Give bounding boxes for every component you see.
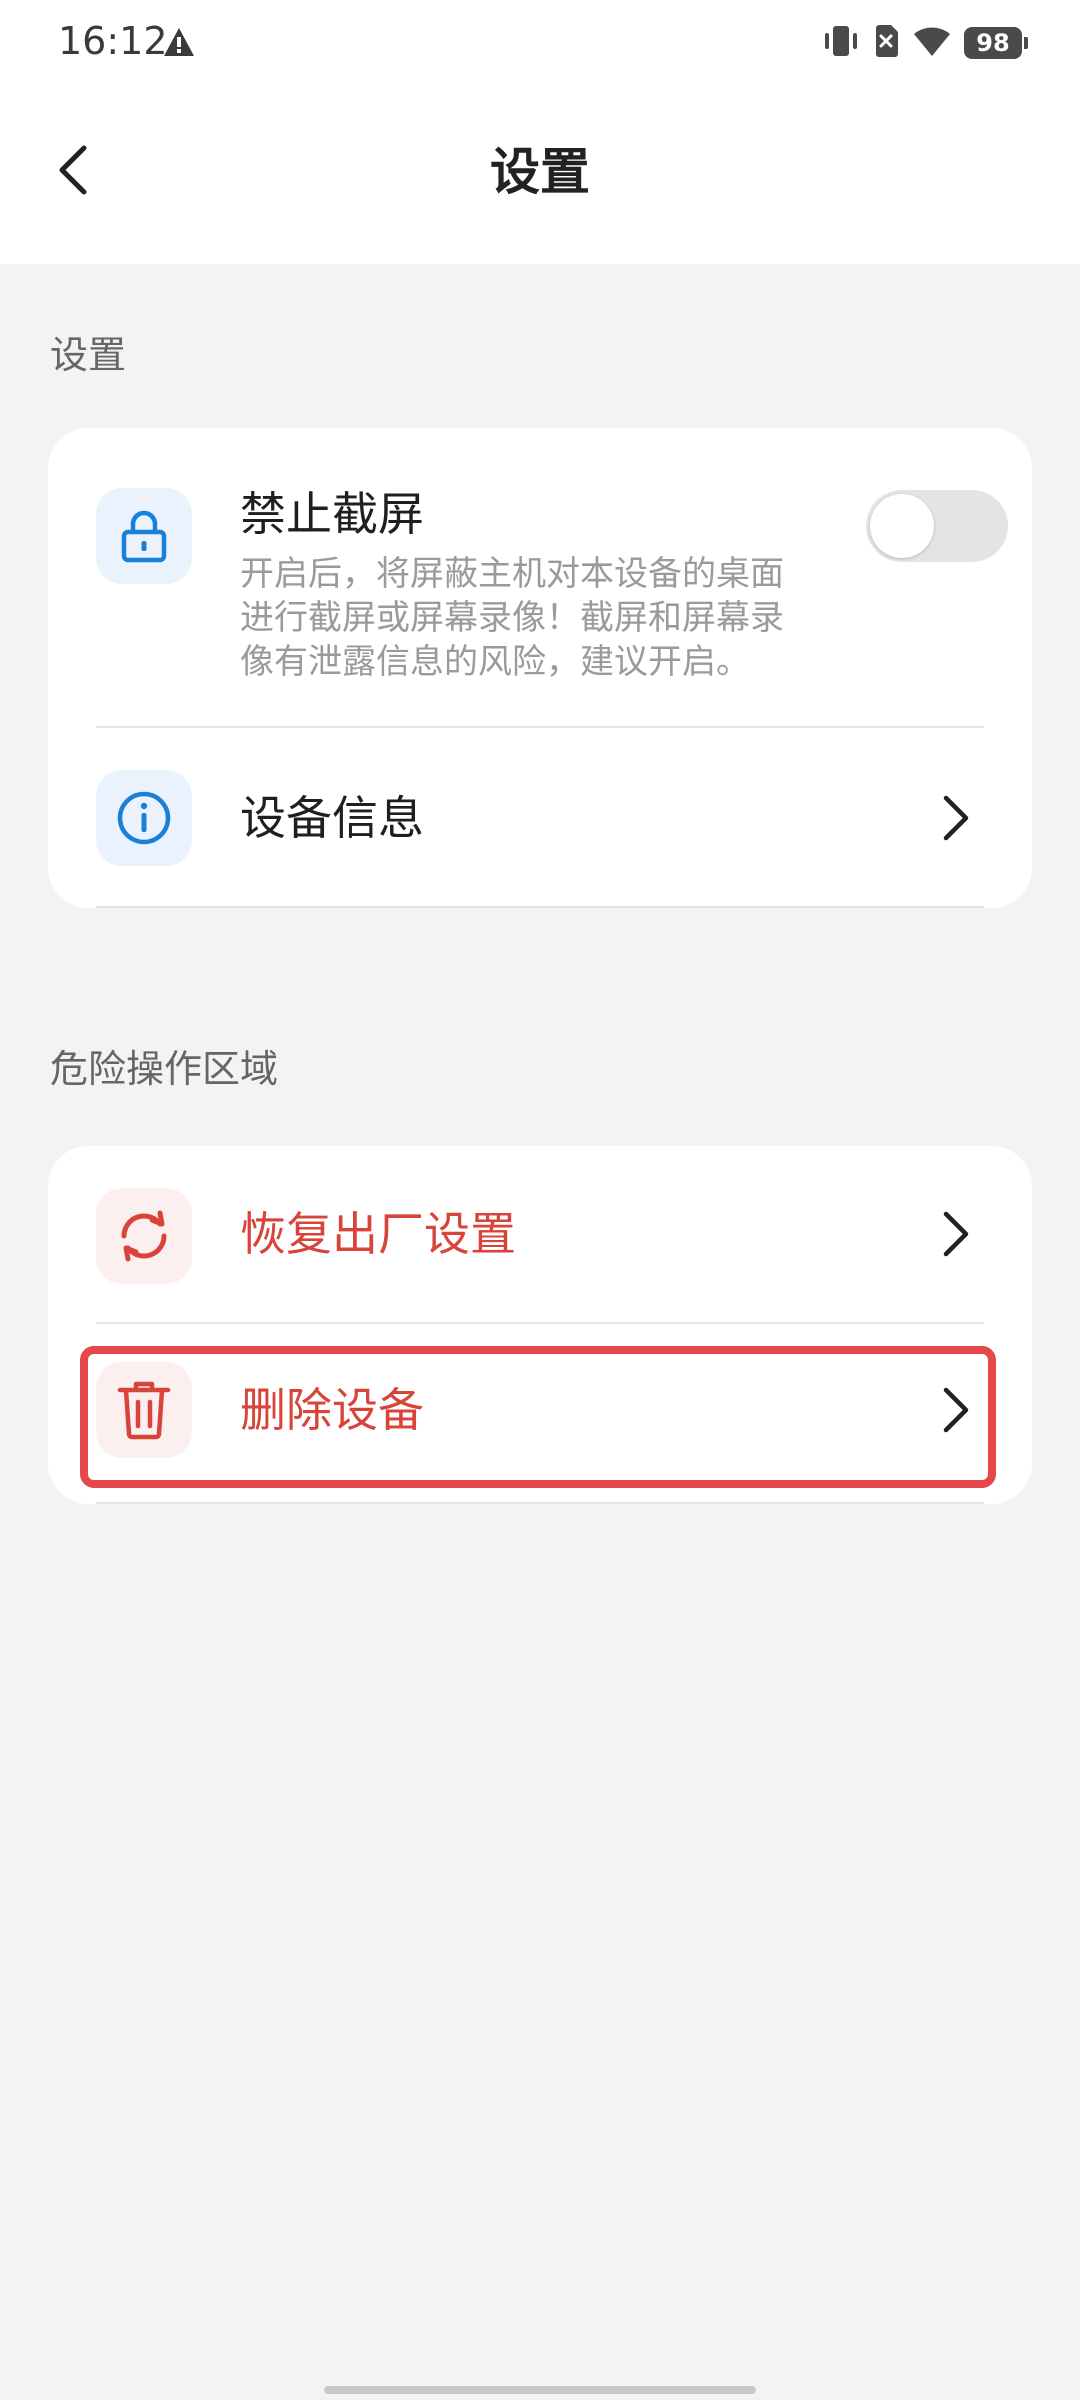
- battery-icon: 98: [964, 27, 1028, 59]
- status-bar: 16:12 98: [0, 0, 1080, 84]
- chevron-right-icon: [936, 1206, 976, 1262]
- refresh-icon: [96, 1188, 192, 1284]
- trash-icon: [96, 1362, 192, 1458]
- delete-device-label: 删除设备: [240, 1383, 424, 1437]
- warning-icon: [162, 26, 196, 58]
- disable-screenshot-description: 开启后，将屏蔽主机对本设备的桌面 进行截屏或屏幕录像！截屏和屏幕录 像有泄露信息…: [240, 554, 784, 682]
- disable-screenshot-label: 禁止截屏: [240, 487, 424, 541]
- info-icon: [96, 770, 192, 866]
- danger-card: 恢复出厂设置 删除设备: [48, 1146, 1032, 1504]
- wifi-icon: [912, 24, 952, 62]
- vibrate-icon: [822, 24, 860, 62]
- divider: [96, 906, 984, 908]
- settings-card: 禁止截屏 开启后，将屏蔽主机对本设备的桌面 进行截屏或屏幕录像！截屏和屏幕录 像…: [48, 428, 1032, 908]
- disable-screenshot-row: 禁止截屏 开启后，将屏蔽主机对本设备的桌面 进行截屏或屏幕录像！截屏和屏幕录 像…: [48, 428, 1032, 728]
- section-title-settings: 设置: [50, 333, 127, 377]
- chevron-right-icon: [936, 790, 976, 846]
- factory-reset-row[interactable]: 恢复出厂设置: [48, 1146, 1032, 1324]
- home-indicator: [324, 2386, 756, 2394]
- disable-screenshot-toggle[interactable]: [866, 490, 1008, 562]
- status-icons: 98: [822, 22, 1028, 64]
- section-title-danger: 危险操作区域: [50, 1047, 279, 1091]
- lock-icon: [96, 488, 192, 584]
- app-bar: 设置: [0, 84, 1080, 264]
- no-sim-icon: [872, 24, 900, 62]
- page-title: 设置: [490, 143, 590, 201]
- chevron-right-icon: [936, 1382, 976, 1438]
- status-time: 16:12: [58, 19, 168, 63]
- delete-device-row[interactable]: 删除设备: [48, 1324, 1032, 1504]
- device-info-row[interactable]: 设备信息: [48, 728, 1032, 908]
- divider: [96, 1502, 984, 1504]
- device-info-label: 设备信息: [240, 791, 424, 845]
- factory-reset-label: 恢复出厂设置: [240, 1207, 516, 1261]
- toggle-knob: [870, 494, 934, 558]
